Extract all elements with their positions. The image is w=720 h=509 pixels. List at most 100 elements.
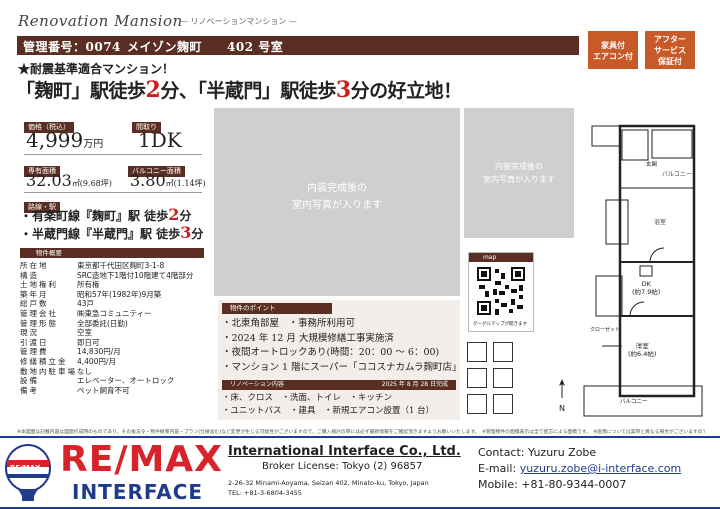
balcony-value: 3.80 xyxy=(130,171,166,190)
svg-text:バルコニー: バルコニー xyxy=(662,171,692,178)
map-box[interactable]: map グーグルマップが開きます xyxy=(468,252,534,332)
points-list: ・北東角部屋 ・事務所利用可 ・2024 年 12 月 大規模修繕工事実施済 ・… xyxy=(222,317,462,375)
entrance-label: 玄関 xyxy=(646,162,658,168)
remax-balloon-icon xyxy=(5,444,51,501)
overview-key: 土地権利 xyxy=(20,280,58,290)
overview-key: 総戸数 xyxy=(20,299,49,309)
renovation-list: ・床、クロス ・洗面、トイレ ・キッチン ・ユニットバス ・建具 ・新規エアコン… xyxy=(222,392,434,418)
renovation-date: 2025 年 8 月 28 日完成 xyxy=(381,381,448,388)
overview-key: 管理形態 xyxy=(20,318,58,328)
overview-key: 管理費 xyxy=(20,347,49,357)
divider xyxy=(24,154,202,155)
overview-row: 管理費 14,830円/月 xyxy=(20,347,193,357)
header-bar: 管理番号：0074 メイゾン麹町 402 号室 xyxy=(17,36,579,55)
overview-key: 管理会社 xyxy=(20,308,58,318)
divider xyxy=(24,192,202,193)
email-label: E-mail: xyxy=(478,462,520,475)
headline: 「麹町」駅徒歩2分、「半蔵門」駅徒歩3分の好立地！ xyxy=(16,76,462,103)
north-label: N xyxy=(559,404,565,413)
brand-interface: INTERFACE xyxy=(72,480,204,504)
badge-warranty: アフター サービス 保証付 xyxy=(645,31,695,69)
overview-row: 備考 ペット飼育不可 xyxy=(20,386,193,396)
summary-panel: 価格（税込） 間取り 4,999万円 1DK 専有面積 バルコニー面積 32.0… xyxy=(16,108,208,416)
north-arrow: N xyxy=(556,378,568,413)
overview-table-wrap: 所在地 東京都千代田区麹町3-1-8 構造 SRC造地下1階付10階建て4階部分 土地権… xyxy=(20,261,193,395)
overview-value: SRC造地下1階付10階建て4階部分 xyxy=(77,270,194,280)
overview-key: 修繕積立金 xyxy=(20,356,68,366)
overview-key: 所在地 xyxy=(20,261,49,270)
license: Broker License: Tokyo (2) 96857 xyxy=(262,461,423,472)
email-link[interactable]: yuzuru.zobe@i-interface.com xyxy=(520,462,682,475)
point-item: ・北東角部屋 ・事務所利用可 xyxy=(222,318,356,329)
tagline: ★耐震基準適合マンション！ xyxy=(18,62,175,76)
north-arrow-icon xyxy=(559,379,565,398)
overview-row: 設備 エレベーター、オートロック xyxy=(20,376,193,386)
overview-key: 設備 xyxy=(20,376,39,386)
closet-label: クローゼット xyxy=(590,327,621,333)
overview-row: 築年月 昭和57年(1982年)9月築 xyxy=(20,290,193,300)
station-line-2: ・半蔵門線『半蔵門』駅 徒歩3分 xyxy=(20,223,203,242)
overview-value: ペット飼育不可 xyxy=(77,385,130,395)
badge-warranty-label: アフター サービス 保証付 xyxy=(654,35,686,66)
area-value-wrap: 32.03㎡(9.68坪) xyxy=(26,171,112,190)
renovation-item: ・ユニットバス ・建具 ・新規エアコン設置（1 台） xyxy=(222,406,435,416)
overview-value: 昭和57年(1982年)9月築 xyxy=(77,289,162,299)
layout-value: 1DK xyxy=(138,128,182,152)
overview-value: ㈱東急コミュニティー xyxy=(77,308,152,318)
points-label: 物件のポイント xyxy=(222,303,332,314)
balcony-label: バルコニー xyxy=(620,399,648,405)
balloon-text: RE/MAX xyxy=(10,464,41,472)
line1-text: ・有楽町線『麹町』駅 徒歩 xyxy=(20,209,169,223)
overview-key: 引渡日 xyxy=(20,337,49,347)
overview-value: 即日可 xyxy=(77,337,100,347)
points-panel: 物件のポイント ・北東角部屋 ・事務所利用可 ・2024 年 12 月 大規模修… xyxy=(218,300,462,420)
renovation-label-bar: リノベーション内容 2025 年 8 月 28 日完成 xyxy=(222,380,456,390)
station-line-1: ・有楽町線『麹町』駅 徒歩2分 xyxy=(20,205,191,224)
overview-key: 備考 xyxy=(20,385,39,395)
pet-icon xyxy=(493,394,513,414)
balcony-unit: ㎡(1.14坪) xyxy=(165,179,206,188)
overview-row: 敷地内駐車場 なし xyxy=(20,367,193,377)
line2-text: ・半蔵門線『半蔵門』駅 徒歩 xyxy=(20,227,181,241)
overview-value: 東京都千代田区麹町3-1-8 xyxy=(77,261,165,270)
email-row: E-mail: yuzuru.zobe@i-interface.com xyxy=(478,462,681,475)
headline-part2: 分、「半蔵門」駅徒歩 xyxy=(160,80,336,102)
renovation-item: ・床、クロス ・洗面、トイレ ・キッチン xyxy=(222,393,393,403)
overview-value: エレベーター、オートロック xyxy=(77,376,175,386)
badge-furnished-label: 家具付 エアコン付 xyxy=(593,41,633,61)
main-photo-placeholder: 内装完成後の 室内写真が入ります xyxy=(214,108,460,296)
price-unit: 万円 xyxy=(83,139,104,150)
room-western: 洋室 (約6.4帖) xyxy=(628,342,657,358)
disclaimer: ※本図面は記載内容は図面作成時のものであり、その後法令・物件概要内容・プラン(仕… xyxy=(17,430,705,435)
overview-row: 引渡日 即日可 xyxy=(20,338,193,348)
floorplan: バルコニー 浴室 DK (約7.9帖) 洋室 (約6.4帖) バルコニー 玄関 … xyxy=(565,116,708,420)
point-item: ・マンション 1 階にスーパー「ココスナカムラ麹町店」 xyxy=(222,361,462,373)
building-name: メイゾン麹町 xyxy=(127,40,203,54)
overview-label: 物件概要 xyxy=(20,248,204,258)
overview-row: 修繕積立金 4,400円/月 xyxy=(20,357,193,367)
overview-value: なし xyxy=(77,366,92,376)
overview-table: 所在地 東京都千代田区麹町3-1-8 構造 SRC造地下1階付10階建て4階部分 土地権… xyxy=(20,261,193,395)
map-label: map xyxy=(469,253,533,262)
qr-code-icon[interactable] xyxy=(475,265,527,317)
balloon-logo: RE/MAX xyxy=(4,444,52,502)
balcony-value-wrap: 3.80㎡(1.14坪) xyxy=(130,171,206,190)
overview-value: 4,400円/月 xyxy=(77,356,116,366)
overview-value: 全部委託(日勤) xyxy=(77,318,128,328)
company-name: International Interface Co., Ltd. xyxy=(228,444,461,459)
address: 2-26-32 Minami-Aoyama, Seizan 402, Minat… xyxy=(228,479,429,487)
price-value: 4,999 xyxy=(26,128,84,152)
overview-value: 空室 xyxy=(77,328,92,338)
overview-key: 現況 xyxy=(20,328,39,338)
delivery-box-icon xyxy=(467,394,487,414)
title-jp: — リノベーションマンション — xyxy=(180,17,297,26)
overview-key: 敷地内駐車場 xyxy=(20,366,77,376)
line2-num: 3 xyxy=(180,223,192,242)
headline-num2: 3 xyxy=(335,77,351,103)
bidet-toilet-icon xyxy=(467,368,487,388)
sub-photo-placeholder: 内装完成後の 室内写真が入ります xyxy=(464,108,574,238)
badge-furnished: 家具付 エアコン付 xyxy=(588,31,638,69)
map-caption: グーグルマップが開きます xyxy=(473,322,527,327)
title-en: Renovation Mansion xyxy=(18,12,183,30)
air-conditioner-icon xyxy=(493,342,513,362)
